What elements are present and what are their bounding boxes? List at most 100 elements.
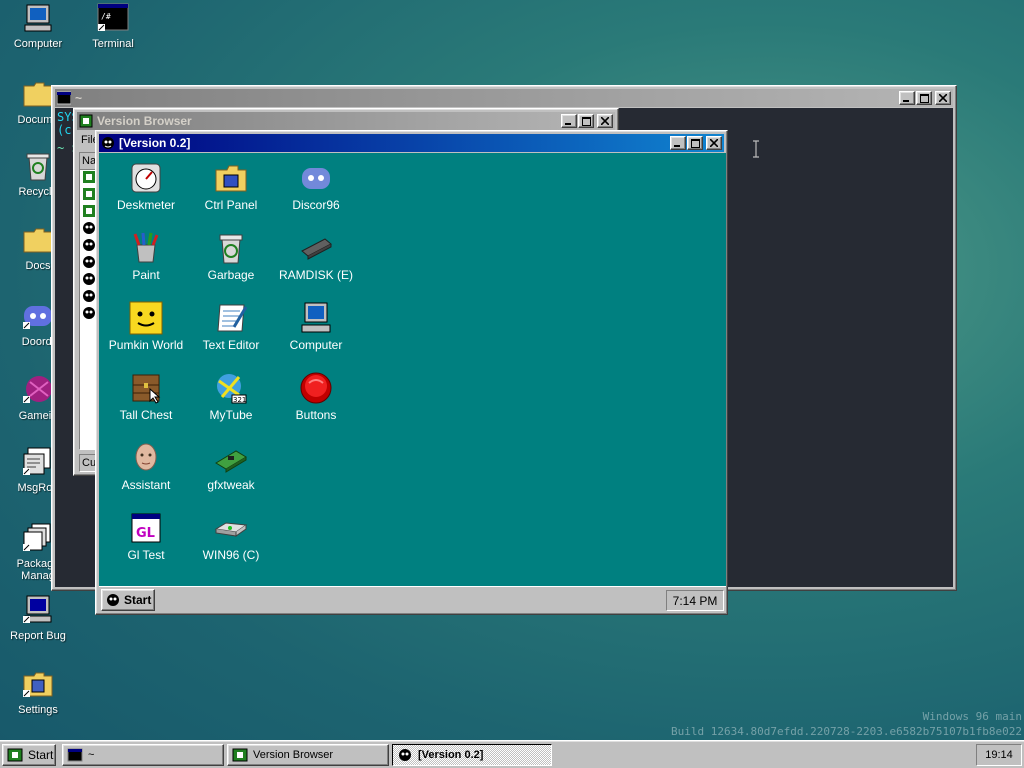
app-icon-label: Text Editor — [202, 338, 260, 352]
task-button-version-browser[interactable]: Version Browser — [227, 744, 389, 766]
inner-desktop[interactable]: Deskmeter Ctrl Panel Discor96 Paint Garb… — [99, 153, 726, 586]
app-icon-mytube[interactable]: 321 MyTube — [189, 371, 273, 422]
version-browser-title: Version Browser — [97, 114, 192, 128]
desktop-icon-label: Terminal — [92, 38, 134, 50]
pumpkin-icon — [129, 301, 163, 335]
start-button[interactable]: Start — [2, 744, 56, 766]
chest-icon — [129, 371, 163, 405]
desktop-icon-settings[interactable]: Settings — [0, 668, 76, 716]
app-icon-label: Gl Test — [127, 548, 165, 562]
package-icon — [22, 522, 54, 554]
build-info-line1: Windows 96 main — [922, 710, 1022, 723]
deskmeter-icon — [129, 161, 163, 195]
minimize-button[interactable] — [561, 114, 577, 128]
app-icon-gl-test[interactable]: GL Gl Test — [104, 511, 188, 562]
discord-icon — [22, 300, 54, 332]
folder-icon — [22, 224, 54, 256]
report-bug-icon — [22, 594, 54, 626]
terminal-window-icon — [56, 91, 72, 105]
app-icon-assistant[interactable]: Assistant — [104, 441, 188, 492]
app-icon-text-editor[interactable]: Text Editor — [189, 301, 273, 352]
version-browser-icon — [232, 748, 248, 762]
app-icon-ramdisk[interactable]: RAMDISK (E) — [274, 231, 358, 282]
minimize-button[interactable] — [899, 91, 915, 105]
minimize-button[interactable] — [670, 136, 686, 150]
desktop-icon-label: Report Bug — [10, 630, 66, 642]
app-icon-label: MyTube — [209, 408, 253, 422]
desktop-icon-label: Settings — [18, 704, 58, 716]
app-icon-buttons[interactable]: Buttons — [274, 371, 358, 422]
gl-test-icon: GL — [129, 511, 163, 545]
version-browser-icon — [79, 114, 93, 128]
text-cursor-icon — [751, 140, 761, 161]
paint-icon — [129, 231, 163, 265]
svg-text:GL: GL — [136, 526, 155, 541]
task-button-terminal[interactable]: ~ — [62, 744, 224, 766]
task-label: [Version 0.2] — [418, 749, 484, 761]
app-icon-label: Computer — [289, 338, 343, 352]
app-icon-paint[interactable]: Paint — [104, 231, 188, 282]
maximize-button[interactable] — [687, 136, 703, 150]
app-icon-pumkin-world[interactable]: Pumkin World — [104, 301, 188, 352]
app-icon-garbage[interactable]: Garbage — [189, 231, 273, 282]
recycle-bin-icon — [214, 231, 248, 265]
app-icon-label: RAMDISK (E) — [278, 268, 353, 282]
tray-clock: 19:14 — [976, 744, 1022, 766]
app-icon-label: Garbage — [207, 268, 255, 282]
control-panel-icon — [214, 161, 248, 195]
mytube-icon: 321 — [214, 371, 248, 405]
desktop-icon-report-bug[interactable]: Report Bug — [0, 594, 76, 642]
app-icon-label: Paint — [132, 268, 160, 282]
app-icon-gfxtweak[interactable]: gfxtweak — [189, 441, 273, 492]
svg-text:/#: /# — [101, 12, 111, 21]
version-window-titlebar[interactable]: [Version 0.2] — [99, 134, 724, 152]
terminal-title: ~ — [75, 91, 83, 105]
settings-icon — [22, 668, 54, 700]
version-window[interactable]: [Version 0.2] Deskmeter Ctrl Panel Disco… — [95, 130, 728, 615]
computer-icon — [299, 301, 333, 335]
desktop-icon-terminal[interactable]: /# Terminal — [75, 2, 151, 50]
app-icon-deskmeter[interactable]: Deskmeter — [104, 161, 188, 212]
version-browser-titlebar[interactable]: Version Browser — [77, 112, 615, 130]
ram-chip-icon — [299, 231, 333, 265]
message-room-icon — [22, 446, 54, 478]
task-label: ~ — [88, 749, 95, 761]
game-icon — [22, 374, 54, 406]
win96-logo-icon — [105, 593, 121, 607]
app-icon-label: Assistant — [121, 478, 171, 492]
win96-logo-icon — [397, 748, 413, 762]
build-info-line2: Build 12634.80d7efdd.220728-2203.e6582b7… — [671, 725, 1022, 738]
app-icon-tall-chest[interactable]: Tall Chest — [104, 371, 188, 422]
terminal-icon — [67, 748, 83, 762]
maximize-button[interactable] — [578, 114, 594, 128]
graphics-card-icon — [214, 441, 248, 475]
app-icon-computer[interactable]: Computer — [274, 301, 358, 352]
close-button[interactable] — [597, 114, 613, 128]
maximize-button[interactable] — [916, 91, 932, 105]
start-logo-icon — [7, 748, 23, 762]
terminal-icon: /# — [97, 2, 129, 34]
app-icon-label: Tall Chest — [119, 408, 173, 422]
app-icon-label: gfxtweak — [207, 478, 255, 492]
app-icon-win96-drive[interactable]: WIN96 (C) — [189, 511, 273, 562]
red-button-icon — [299, 371, 333, 405]
app-icon-ctrl-panel[interactable]: Ctrl Panel — [189, 161, 273, 212]
inner-start-label: Start — [124, 593, 152, 607]
task-button-version-window[interactable]: [Version 0.2] — [392, 744, 552, 766]
computer-icon — [22, 2, 54, 34]
app-icon-label: Deskmeter — [116, 198, 175, 212]
app-icon-label: Buttons — [295, 408, 337, 422]
close-button[interactable] — [706, 136, 722, 150]
inner-start-button[interactable]: Start — [101, 589, 155, 611]
hard-drive-icon — [214, 511, 248, 545]
start-label: Start — [28, 748, 54, 762]
assistant-face-icon — [129, 441, 163, 475]
close-button[interactable] — [935, 91, 951, 105]
app-icon-discor96[interactable]: Discor96 — [274, 161, 358, 212]
app-icon-label: Ctrl Panel — [204, 198, 258, 212]
folder-icon — [22, 78, 54, 110]
build-info: Windows 96 main Build 12634.80d7efdd.220… — [671, 709, 1022, 739]
desktop-icon-computer[interactable]: Computer — [0, 2, 76, 50]
inner-taskbar: Start 7:14 PM — [99, 586, 726, 613]
terminal-titlebar[interactable]: ~ — [55, 89, 953, 107]
